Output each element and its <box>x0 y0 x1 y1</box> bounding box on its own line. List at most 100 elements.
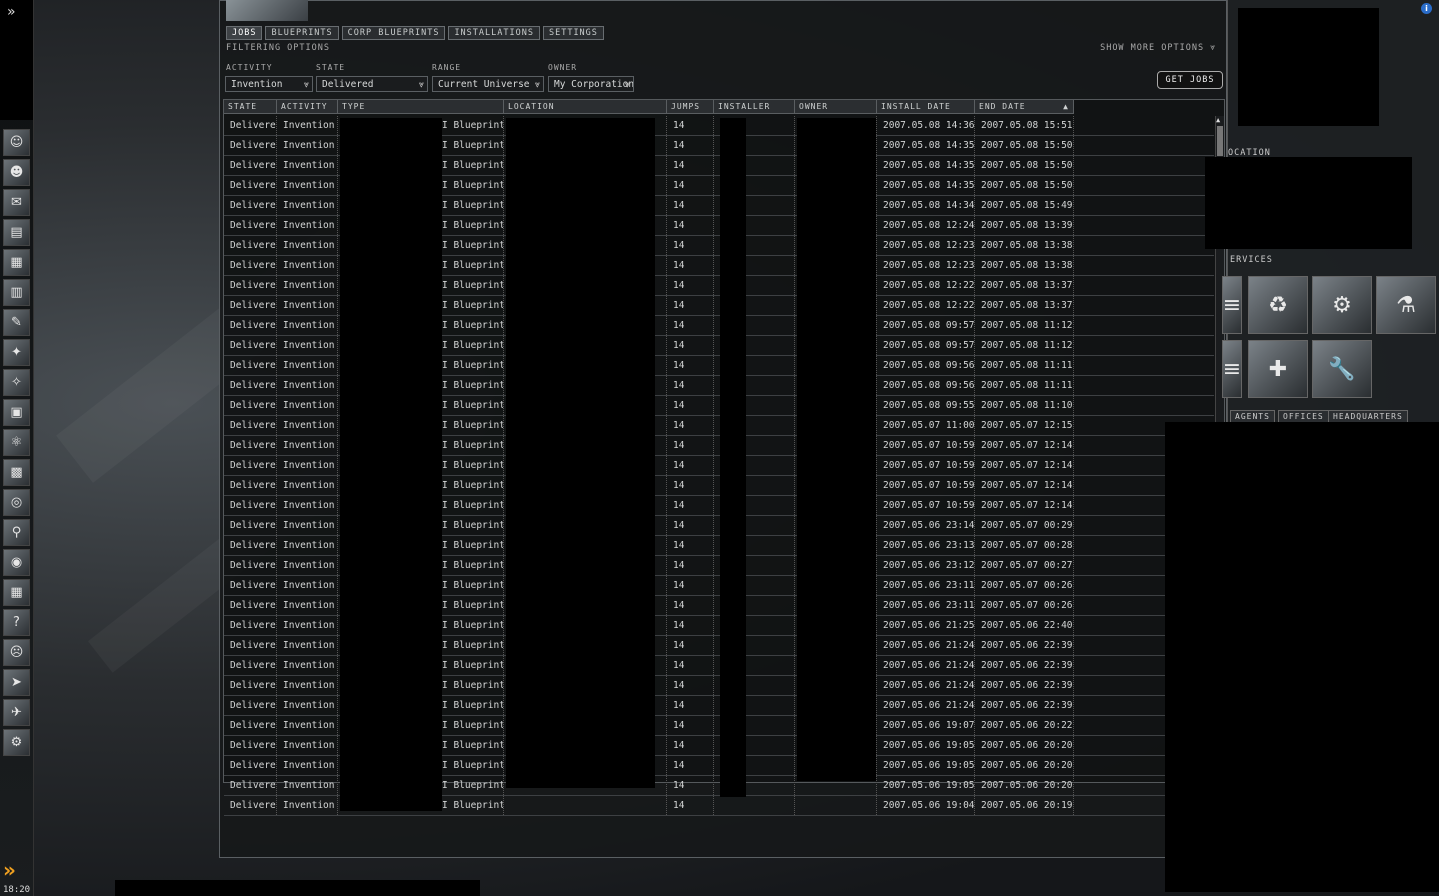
tab-blueprints[interactable]: Blueprints <box>265 26 339 40</box>
chevron-down-icon: ⩔ <box>418 80 424 90</box>
cell-end-date: 2007.05.08 13:38 <box>975 256 1074 275</box>
industry-window-icon <box>226 0 308 21</box>
fitting-icon[interactable]: ⚙ <box>3 729 30 756</box>
state-select[interactable]: Delivered ⩔ <box>316 76 428 92</box>
journal-icon[interactable]: ✎ <box>3 309 30 336</box>
expand-neocom-icon[interactable]: » <box>7 4 16 20</box>
redacted-location-info <box>1205 157 1412 249</box>
cell-end-date: 2007.05.06 22:39 <box>975 636 1074 655</box>
cell-activity: Invention <box>277 776 338 795</box>
cell-end-date: 2007.05.07 00:29 <box>975 516 1074 535</box>
cell-end-date: 2007.05.07 12:14 <box>975 456 1074 475</box>
portrait-icon[interactable]: ➤ <box>3 669 30 696</box>
cell-state: Delivered <box>224 796 277 815</box>
cell-jumps: 14 <box>667 676 714 695</box>
cell-end-date: 2007.05.08 11:12 <box>975 316 1074 335</box>
assets-icon[interactable]: ▦ <box>3 249 30 276</box>
activity-label: ACTIVITY <box>226 63 273 72</box>
column-end-date[interactable]: END DATE ▲ <box>975 100 1074 114</box>
column-jumps[interactable]: JUMPS <box>667 100 714 114</box>
cell-jumps: 14 <box>667 616 714 635</box>
neocom-menu-icon[interactable]: » <box>3 858 16 882</box>
cell-install-date: 2007.05.07 10:59 <box>877 436 975 455</box>
cell-end-date: 2007.05.08 15:50 <box>975 136 1074 155</box>
tab-jobs[interactable]: Jobs <box>226 26 263 40</box>
cell-jumps: 14 <box>667 476 714 495</box>
activity-value: Invention <box>231 79 283 90</box>
skills-icon[interactable]: ⚲ <box>3 519 30 546</box>
cell-install-date: 2007.05.06 19:04 <box>877 796 975 815</box>
column-activity[interactable]: ACTIVITY <box>277 100 338 114</box>
starmap-icon[interactable]: ✧ <box>3 369 30 396</box>
tab-corp-blueprints[interactable]: Corp Blueprints <box>341 26 446 40</box>
cell-install-date: 2007.05.08 14:35 <box>877 156 975 175</box>
cell-end-date: 2007.05.07 12:15 <box>975 416 1074 435</box>
wallet-icon[interactable]: ▥ <box>3 279 30 306</box>
cell-jumps: 14 <box>667 356 714 375</box>
map-icon[interactable]: ✦ <box>3 339 30 366</box>
column-install-date[interactable]: INSTALL DATE <box>877 100 975 114</box>
owner-value: My Corporation <box>554 79 634 90</box>
cell-activity: Invention <box>277 356 338 375</box>
reprocessing-icon[interactable]: ♻ <box>1248 276 1308 334</box>
cargo-icon[interactable]: ▣ <box>3 399 30 426</box>
cell-jumps: 14 <box>667 756 714 775</box>
cell-activity: Invention <box>277 656 338 675</box>
cell-activity: Invention <box>277 276 338 295</box>
ship-icon[interactable]: ✈ <box>3 699 30 726</box>
character-icon[interactable]: ☺ <box>3 129 30 156</box>
cell-install-date: 2007.05.06 19:07 <box>877 716 975 735</box>
tab-settings[interactable]: Settings <box>542 26 604 40</box>
factory-icon[interactable]: ⚙ <box>1312 276 1372 334</box>
notepad-icon[interactable]: ▤ <box>3 219 30 246</box>
people-icon[interactable]: ☻ <box>3 159 30 186</box>
column-owner[interactable]: OWNER <box>795 100 877 114</box>
cell-end-date: 2007.05.08 13:39 <box>975 216 1074 235</box>
market-icon[interactable]: ◉ <box>3 549 30 576</box>
cell-install-date: 2007.05.06 23:13 <box>877 536 975 555</box>
tab-installations[interactable]: Installations <box>448 26 540 40</box>
column-type[interactable]: TYPE <box>338 100 504 114</box>
cell-activity: Invention <box>277 396 338 415</box>
cell-state: Delivered <box>224 256 277 275</box>
corporation-icon[interactable]: ▦ <box>3 579 30 606</box>
activity-select[interactable]: Invention ⩔ <box>225 76 313 92</box>
cell-jumps: 14 <box>667 336 714 355</box>
contracts-icon[interactable]: ? <box>3 609 30 636</box>
laboratory-icon[interactable]: ⚗ <box>1376 276 1436 334</box>
redacted-location-column <box>506 118 655 788</box>
get-jobs-button[interactable]: GET JOBS <box>1157 71 1223 89</box>
cell-install-date: 2007.05.06 19:05 <box>877 756 975 775</box>
show-more-options-toggle[interactable]: SHOW MORE OPTIONS ⩔ <box>1100 43 1216 53</box>
info-icon[interactable]: ☹ <box>3 639 30 666</box>
calculator-icon[interactable]: ▩ <box>3 459 30 486</box>
column-state[interactable]: STATE <box>224 100 277 114</box>
service-partial-icon[interactable]: ≡ <box>1222 340 1242 398</box>
mail-icon[interactable]: ✉ <box>3 189 30 216</box>
medical-icon[interactable]: ✚ <box>1248 340 1308 398</box>
cell-install-date: 2007.05.08 14:35 <box>877 136 975 155</box>
science-icon[interactable]: ⚛ <box>3 429 30 456</box>
cell-state: Delivered <box>224 636 277 655</box>
range-select[interactable]: Current Universe ⩔ <box>432 76 544 92</box>
repair-icon[interactable]: 🔧 <box>1312 340 1372 398</box>
column-location[interactable]: LOCATION <box>504 100 667 114</box>
cell-state: Delivered <box>224 276 277 295</box>
column-installer[interactable]: INSTALLER <box>714 100 795 114</box>
cell-install-date: 2007.05.06 23:14 <box>877 516 975 535</box>
cell-install-date: 2007.05.06 23:11 <box>877 576 975 595</box>
help-icon[interactable]: ◎ <box>3 489 30 516</box>
chevron-down-icon: ⩔ <box>303 80 309 90</box>
owner-select[interactable]: My Corporation ⩔ <box>548 76 634 92</box>
cell-state: Delivered <box>224 616 277 635</box>
cell-jumps: 14 <box>667 736 714 755</box>
cell-jumps: 14 <box>667 136 714 155</box>
cell-install-date: 2007.05.08 12:24 <box>877 216 975 235</box>
service-partial-icon[interactable]: ≡ <box>1222 276 1242 334</box>
info-icon[interactable]: i <box>1421 3 1432 14</box>
cell-jumps: 14 <box>667 576 714 595</box>
cell-state: Delivered <box>224 536 277 555</box>
scrollbar-thumb[interactable] <box>1217 126 1223 156</box>
scroll-up-icon[interactable]: ▲ <box>1216 116 1220 124</box>
cell-state: Delivered <box>224 436 277 455</box>
